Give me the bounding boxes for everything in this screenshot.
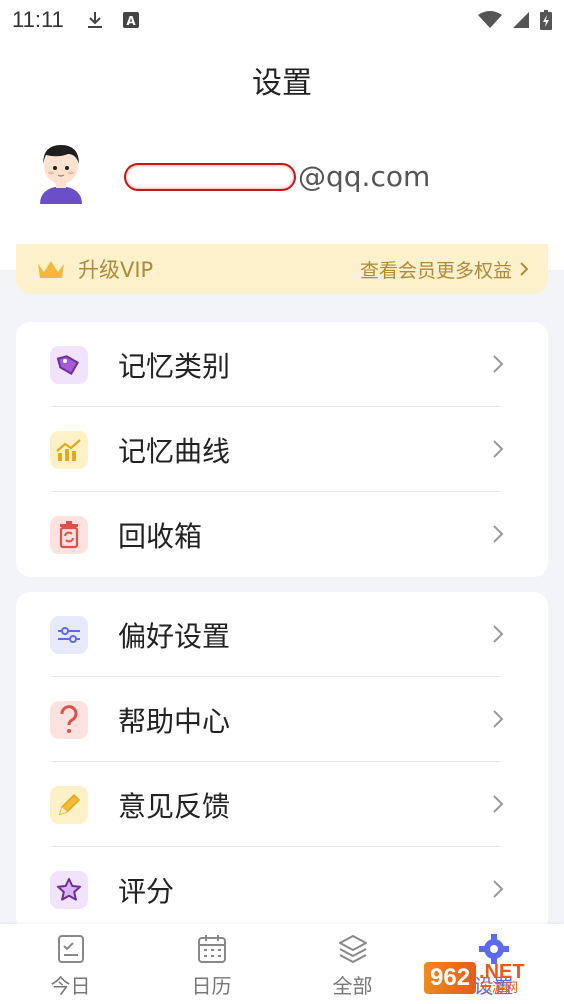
- chevron-right-icon: [493, 880, 504, 898]
- menu-item-help-center[interactable]: 帮助中心: [16, 677, 548, 762]
- chevron-right-icon: [493, 625, 504, 643]
- account-email-suffix: @qq.com: [298, 160, 431, 193]
- chart-icon: [50, 430, 88, 469]
- watermark-logo: 962 .NET 乐游网: [424, 956, 558, 1000]
- crown-icon: [38, 261, 64, 278]
- menu-item-memory-category[interactable]: 记忆类别: [16, 322, 548, 407]
- star-icon: [50, 870, 88, 909]
- settings-group-1: 记忆类别 记忆曲线 回收箱: [16, 322, 548, 577]
- vip-more-label: 查看会员更多权益: [359, 259, 512, 282]
- avatar[interactable]: [34, 142, 88, 204]
- menu-item-label: 回收箱: [118, 519, 203, 553]
- menu-item-preferences[interactable]: 偏好设置: [16, 592, 548, 677]
- calendar-icon: [197, 935, 226, 963]
- tab-all[interactable]: 全部: [282, 924, 423, 1004]
- menu-item-label: 偏好设置: [118, 619, 231, 653]
- pencil-icon: [50, 785, 88, 824]
- vip-banner[interactable]: 升级VIP 查看会员更多权益: [16, 244, 548, 294]
- status-bar: 11:11 A: [0, 0, 564, 40]
- watermark-caption: 乐游网: [479, 980, 519, 996]
- tab-label: 全部: [332, 974, 373, 998]
- menu-item-recycle-bin[interactable]: 回收箱: [16, 492, 548, 577]
- watermark-domain: .NET: [479, 960, 525, 983]
- menu-item-label: 评分: [118, 874, 175, 908]
- sliders-icon: [50, 615, 88, 654]
- chevron-right-icon: [493, 710, 504, 728]
- menu-item-label: 记忆曲线: [118, 434, 231, 468]
- settings-group-2: 偏好设置 帮助中心 意见反馈 评分: [16, 592, 548, 932]
- signal-icon: [513, 12, 529, 28]
- chevron-right-icon: [493, 525, 504, 543]
- tab-today[interactable]: 今日: [0, 924, 141, 1004]
- battery-charging-icon: [540, 10, 552, 30]
- recycle-bin-icon: [50, 515, 88, 554]
- menu-item-label: 帮助中心: [118, 704, 231, 738]
- download-icon: [87, 12, 102, 28]
- chevron-right-icon: [493, 355, 504, 373]
- watermark-brand: 962: [424, 962, 477, 994]
- status-time: 11:11: [12, 7, 64, 32]
- menu-item-memory-curve[interactable]: 记忆曲线: [16, 407, 548, 492]
- menu-item-label: 意见反馈: [118, 789, 231, 823]
- a-notification-icon: A: [122, 12, 139, 28]
- tab-calendar[interactable]: 日历: [141, 924, 282, 1004]
- svg-text:A: A: [126, 14, 136, 28]
- vip-label: 升级VIP: [78, 258, 154, 282]
- layers-icon: [338, 935, 367, 963]
- checklist-icon: [57, 935, 84, 963]
- redacted-email-box: [124, 162, 296, 191]
- chevron-right-icon: [493, 440, 504, 458]
- menu-item-label: 记忆类别: [118, 349, 231, 383]
- tag-icon: [50, 345, 88, 384]
- page-title: 设置: [252, 66, 312, 101]
- chevron-right-icon: [493, 795, 504, 813]
- tab-label: 日历: [191, 974, 232, 998]
- vip-more-link[interactable]: 查看会员更多权益: [360, 256, 528, 283]
- chevron-right-icon: [520, 262, 528, 276]
- account-email: @qq.com: [124, 160, 430, 193]
- tab-label: 今日: [50, 974, 91, 998]
- menu-item-feedback[interactable]: 意见反馈: [16, 762, 548, 847]
- wifi-icon: [478, 11, 502, 28]
- menu-item-rating[interactable]: 评分: [16, 847, 548, 932]
- question-icon: [50, 700, 88, 739]
